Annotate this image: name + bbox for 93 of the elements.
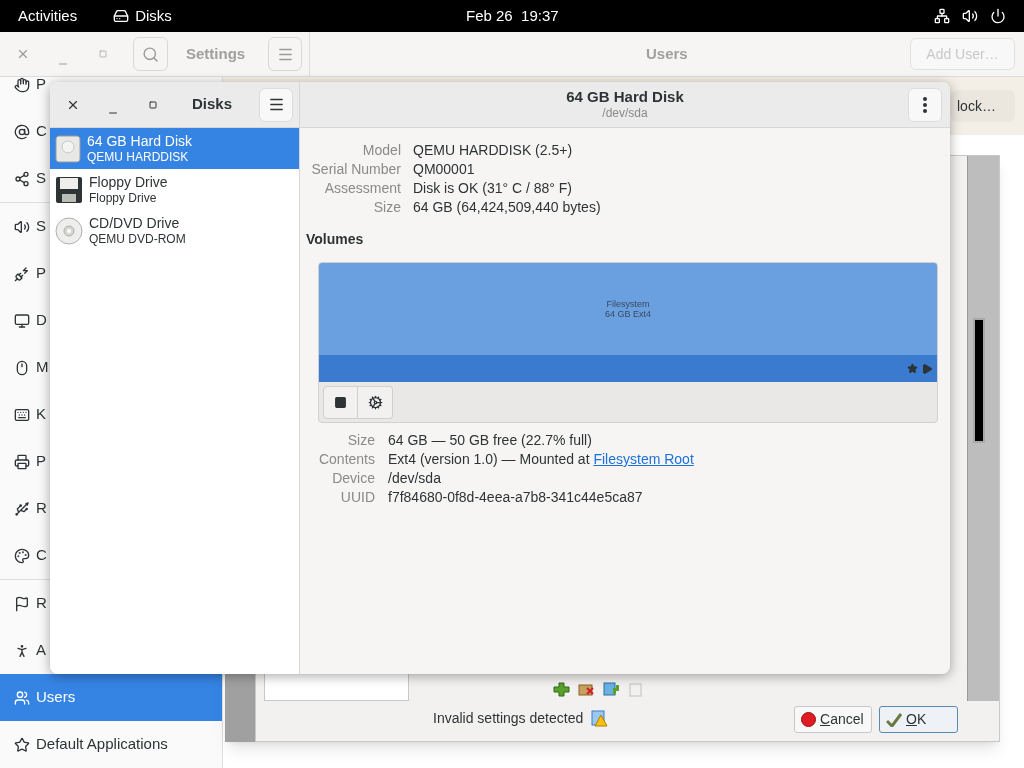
device-name: 64 GB Hard Disk	[87, 132, 193, 150]
sidebar-item-icon	[14, 736, 30, 753]
star-icon	[907, 363, 918, 374]
sidebar-item[interactable]: P	[0, 438, 46, 485]
device-model: Floppy Drive	[89, 191, 158, 206]
add-icon[interactable]	[553, 682, 570, 697]
status-message: Invalid settings detected	[433, 709, 584, 728]
sidebar-item-icon	[14, 123, 30, 140]
sidebar-item[interactable]: C	[0, 532, 47, 579]
property-value: QM00001	[413, 160, 476, 179]
kebab-icon	[923, 97, 927, 113]
sidebar-item-icon	[14, 689, 30, 706]
sidebar-item[interactable]: R	[0, 580, 47, 627]
sidebar-item[interactable]: Users	[0, 674, 222, 721]
property-value: Disk is OK (31° C / 88° F)	[413, 179, 573, 198]
disk-subtitle: /dev/sda	[602, 106, 648, 121]
sidebar-item[interactable]: M	[0, 344, 49, 391]
property-label: Serial Number	[310, 160, 401, 179]
menu-icon	[267, 96, 285, 113]
sidebar-item-icon	[14, 595, 30, 612]
property-label: Size	[346, 431, 375, 450]
property-label: UUID	[339, 488, 375, 507]
remove-icon[interactable]	[578, 682, 595, 697]
sidebar-item-icon	[14, 170, 30, 187]
disk-title: 64 GB Hard Disk	[566, 88, 684, 106]
property-value: QEMU HARDDISK (2.5+)	[413, 141, 574, 160]
network-icon[interactable]	[934, 8, 950, 24]
property-value: 64 GB (64,424,509,440 bytes)	[413, 198, 602, 217]
activities-button[interactable]: Activities	[18, 4, 78, 28]
property-label: Device	[331, 469, 375, 488]
device-item[interactable]: 64 GB Hard Disk QEMU HARDDISK	[50, 128, 299, 169]
volume-name: Filesystem	[606, 299, 650, 309]
property-value: Ext4 (version 1.0) — Mounted at	[388, 450, 591, 469]
property-label: Size	[372, 198, 401, 217]
stop-icon	[334, 395, 347, 409]
sidebar-item-icon	[14, 453, 30, 470]
clock[interactable]: Feb 26 19:37	[466, 4, 559, 28]
maximize-icon[interactable]	[149, 100, 157, 109]
power-icon[interactable]	[990, 8, 1006, 24]
sidebar-item-icon	[14, 218, 30, 235]
copy-icon[interactable]	[603, 682, 620, 697]
volume-icon[interactable]	[962, 8, 978, 24]
sidebar-item[interactable]: R	[0, 485, 47, 532]
sidebar-item[interactable]: S	[0, 203, 46, 250]
sidebar-item[interactable]: Default Applications	[0, 721, 168, 768]
device-item[interactable]: CD/DVD Drive QEMU DVD-ROM	[50, 210, 299, 251]
sidebar-item[interactable]: K	[0, 391, 46, 438]
sidebar-item-icon	[14, 500, 30, 517]
settings-title: Settings	[186, 43, 246, 64]
sidebar-item-icon	[14, 77, 30, 93]
sidebar-item-icon	[14, 265, 30, 282]
unlock-button[interactable]: lock…	[951, 90, 1015, 122]
ok-button[interactable]: OK	[879, 706, 958, 733]
sidebar-item-icon	[14, 359, 30, 376]
property-value: f7f84680-0f8d-4eea-a7b8-341c44e5ca87	[388, 488, 644, 507]
sidebar-item[interactable]: S	[0, 155, 46, 202]
property-label: Model	[361, 141, 401, 160]
sidebar-item-icon	[14, 406, 30, 423]
unmount-button[interactable]	[323, 385, 358, 419]
device-item[interactable]: Floppy Drive Floppy Drive	[50, 169, 299, 210]
play-icon	[921, 362, 933, 375]
menu-button[interactable]	[259, 87, 293, 122]
sidebar-item[interactable]: D	[0, 297, 47, 344]
panel-title: Users	[646, 43, 688, 64]
device-name: Floppy Drive	[89, 173, 168, 191]
property-value: /dev/sda	[388, 469, 442, 488]
optical-disc-icon	[55, 216, 83, 245]
sidebar-item[interactable]: P	[0, 250, 46, 297]
device-model: QEMU DVD-ROM	[89, 232, 186, 247]
sidebar-item-icon	[14, 547, 30, 564]
more-options-button[interactable]	[908, 88, 942, 122]
device-model: QEMU HARDDISK	[87, 150, 190, 165]
property-label: Assessment	[323, 179, 401, 198]
property-value: 64 GB — 50 GB free (22.7% full)	[388, 431, 593, 450]
property-label: Contents	[317, 450, 375, 469]
disks-app-icon	[113, 8, 130, 24]
options-button[interactable]	[358, 385, 393, 419]
search-icon	[142, 45, 159, 63]
cancel-button[interactable]: Cancel	[794, 706, 872, 733]
mount-point-link[interactable]: Filesystem Root	[593, 450, 694, 469]
volumes-heading: Volumes	[306, 230, 365, 249]
check-icon	[886, 712, 902, 727]
volume-detail: 64 GB Ext4	[605, 309, 651, 319]
app-menu-label[interactable]: Disks	[135, 4, 172, 28]
disks-title: Disks	[192, 94, 233, 115]
sidebar-item[interactable]: P	[0, 77, 46, 108]
warning-icon	[591, 710, 609, 727]
device-name: CD/DVD Drive	[89, 214, 181, 232]
sidebar-item-icon	[14, 312, 30, 329]
sidebar-item[interactable]: A	[0, 627, 46, 674]
stop-icon	[801, 712, 816, 727]
sidebar-item[interactable]: C	[0, 108, 47, 155]
sidebar-item-icon	[14, 642, 30, 659]
